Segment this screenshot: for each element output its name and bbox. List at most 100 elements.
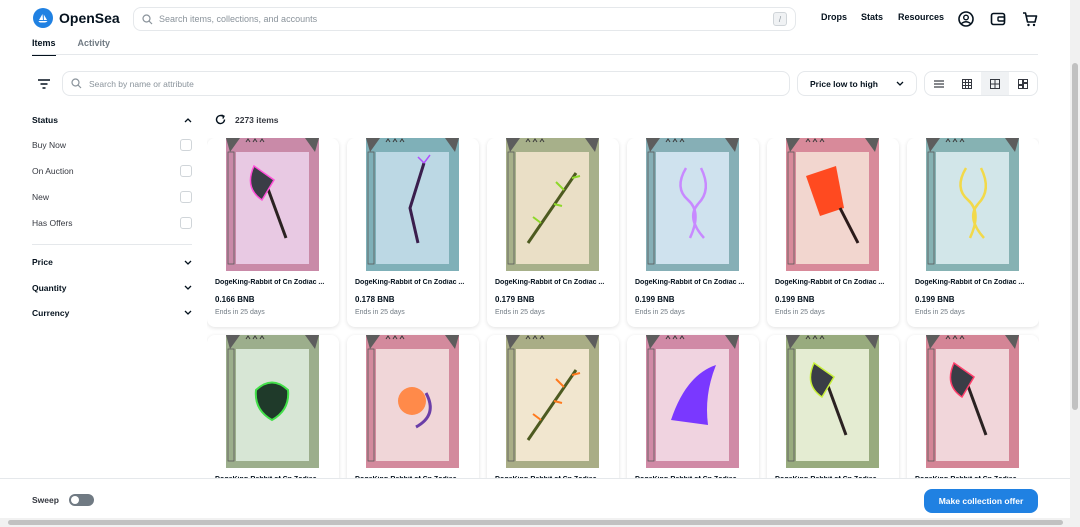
global-search-input[interactable]: Search items, collections, and accounts … [133, 7, 796, 31]
nav-drops[interactable]: Drops [821, 12, 847, 22]
status-checkbox[interactable] [180, 139, 192, 151]
search-icon [71, 78, 82, 89]
nft-price: 0.179 BNB [495, 295, 535, 304]
nft-price: 0.199 BNB [635, 295, 675, 304]
nft-ends: Ends in 25 days [635, 309, 685, 316]
items-grid: DogeKing-Rabbit of Cn Zodiac ... 0.166 B… [207, 138, 1039, 478]
nft-card[interactable]: DogeKing-Rabbit of Cn Zodiac ... 0.199 B… [767, 138, 899, 327]
nft-image [786, 335, 879, 468]
chevron-down-icon [184, 260, 192, 265]
status-checkbox[interactable] [180, 191, 192, 203]
nft-card[interactable]: DogeKing-Rabbit of Cn Zodiac ... 0.199 B… [907, 138, 1039, 327]
nft-price: 0.199 BNB [775, 295, 815, 304]
sidebar-divider [32, 244, 192, 245]
list-view-button[interactable] [925, 72, 953, 95]
gallery-view-icon [1018, 78, 1028, 89]
attribute-search-input[interactable]: Search by name or attribute [62, 71, 790, 96]
global-search-placeholder: Search items, collections, and accounts [159, 14, 318, 24]
status-option-on-auction[interactable]: On Auction [32, 158, 192, 184]
filter-toggle-button[interactable] [32, 72, 56, 96]
nft-image [506, 335, 599, 468]
status-option-label: Buy Now [32, 140, 67, 150]
results-count-row: 2273 items [215, 114, 278, 125]
status-option-label: On Auction [32, 166, 74, 176]
status-option-has-offers[interactable]: Has Offers [32, 210, 192, 236]
nav-resources[interactable]: Resources [898, 12, 944, 22]
nft-card[interactable]: DogeKing-Rabbit of Cn Zodiac ... [627, 335, 759, 478]
filter-sidebar: Status Buy Now On Auction New Has Offers… [32, 108, 192, 325]
nav-stats[interactable]: Stats [861, 12, 883, 22]
grid-small-view-button[interactable] [953, 72, 981, 95]
nft-image [646, 335, 739, 468]
results-count: 2273 items [235, 114, 279, 125]
opensea-logo[interactable]: OpenSea [33, 8, 120, 28]
refresh-icon[interactable] [215, 114, 226, 125]
search-icon [142, 13, 153, 24]
currency-section-header[interactable]: Currency [32, 300, 192, 325]
nft-card[interactable]: DogeKing-Rabbit of Cn Zodiac ... [767, 335, 899, 478]
top-navbar: OpenSea Search items, collections, and a… [0, 0, 1070, 38]
grid-large-view-button[interactable] [981, 72, 1009, 95]
nft-name: DogeKing-Rabbit of Cn Zodiac ... [215, 279, 325, 286]
brand-name: OpenSea [59, 10, 120, 26]
filter-icon [38, 79, 50, 89]
wallet-icon[interactable] [989, 10, 1007, 28]
make-collection-offer-button[interactable]: Make collection offer [924, 489, 1038, 513]
nft-card[interactable]: DogeKing-Rabbit of Cn Zodiac ... [207, 335, 339, 478]
nft-card[interactable]: DogeKing-Rabbit of Cn Zodiac ... [487, 335, 619, 478]
gallery-view-button[interactable] [1009, 72, 1037, 95]
account-icon[interactable] [957, 10, 975, 28]
vertical-scrollbar[interactable] [1070, 0, 1080, 518]
nft-ends: Ends in 25 days [915, 309, 965, 316]
nft-name: DogeKing-Rabbit of Cn Zodiac ... [495, 279, 605, 286]
sort-dropdown[interactable]: Price low to high [797, 71, 917, 96]
nft-card[interactable]: DogeKing-Rabbit of Cn Zodiac ... 0.166 B… [207, 138, 339, 327]
search-shortcut-badge: / [773, 12, 787, 26]
status-checkbox[interactable] [180, 165, 192, 177]
nft-ends: Ends in 25 days [775, 309, 825, 316]
attribute-search-placeholder: Search by name or attribute [89, 78, 194, 89]
chevron-down-icon [184, 310, 192, 315]
nft-price: 0.178 BNB [355, 295, 395, 304]
nft-image [506, 138, 599, 271]
nft-ends: Ends in 25 days [215, 309, 265, 316]
nft-image [926, 335, 1019, 468]
horizontal-scrollbar-thumb[interactable] [8, 520, 1063, 525]
nft-image [366, 138, 459, 271]
nft-image [926, 138, 1019, 271]
status-option-new[interactable]: New [32, 184, 192, 210]
grid-small-icon [962, 78, 972, 89]
status-title: Status [32, 115, 58, 125]
cart-icon[interactable] [1021, 10, 1039, 28]
nft-name: DogeKing-Rabbit of Cn Zodiac ... [355, 279, 465, 286]
nft-image [786, 138, 879, 271]
horizontal-scrollbar[interactable] [0, 518, 1080, 527]
status-checkbox[interactable] [180, 217, 192, 229]
sweep-toggle[interactable] [68, 494, 94, 506]
status-option-label: Has Offers [32, 218, 73, 228]
vertical-scrollbar-thumb[interactable] [1072, 63, 1078, 410]
nft-name: DogeKing-Rabbit of Cn Zodiac ... [915, 279, 1025, 286]
quantity-section-header[interactable]: Quantity [32, 275, 192, 300]
nft-price: 0.166 BNB [215, 295, 255, 304]
nft-ends: Ends in 25 days [355, 309, 405, 316]
bottom-action-bar: Sweep Make collection offer [0, 478, 1070, 518]
price-title: Price [32, 257, 53, 267]
status-section-header[interactable]: Status [32, 108, 192, 132]
list-view-icon [934, 79, 944, 88]
sort-label: Price low to high [810, 78, 879, 89]
price-section-header[interactable]: Price [32, 249, 192, 275]
nft-card[interactable]: DogeKing-Rabbit of Cn Zodiac ... 0.199 B… [627, 138, 759, 327]
nft-card[interactable]: DogeKing-Rabbit of Cn Zodiac ... 0.178 B… [347, 138, 479, 327]
grid-large-icon [990, 78, 1000, 89]
status-option-buy-now[interactable]: Buy Now [32, 132, 192, 158]
chevron-down-icon [184, 285, 192, 290]
currency-title: Currency [32, 307, 70, 318]
tabs-divider [32, 54, 1038, 55]
status-option-label: New [32, 192, 50, 202]
nft-image [226, 335, 319, 468]
nft-card[interactable]: DogeKing-Rabbit of Cn Zodiac ... [347, 335, 479, 478]
nft-card[interactable]: DogeKing-Rabbit of Cn Zodiac ... 0.179 B… [487, 138, 619, 327]
nft-card[interactable]: DogeKing-Rabbit of Cn Zodiac ... [907, 335, 1039, 478]
nft-name: DogeKing-Rabbit of Cn Zodiac ... [635, 279, 745, 286]
